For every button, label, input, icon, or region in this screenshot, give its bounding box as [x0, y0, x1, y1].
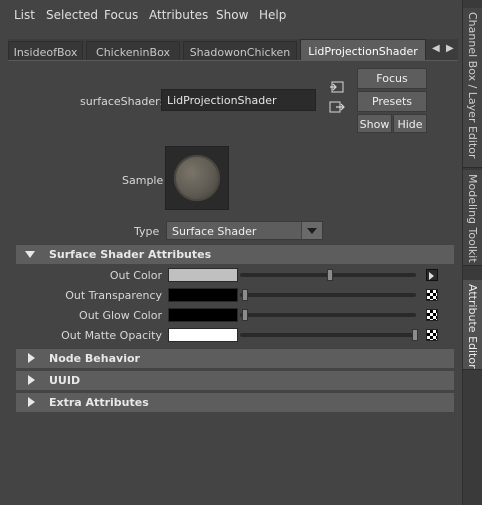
section-node-behavior[interactable]: Node Behavior [16, 349, 454, 368]
menu-help[interactable]: Help [259, 8, 286, 22]
tab-label: InsideofBox [13, 46, 78, 59]
attr-label: Out Matte Opacity [61, 329, 162, 342]
slider-handle[interactable] [242, 309, 248, 321]
slider-track[interactable] [240, 313, 416, 317]
presets-button[interactable]: Presets [357, 91, 427, 112]
select-input-icon[interactable] [329, 81, 345, 95]
tab-insideofbox[interactable]: InsideofBox [8, 41, 83, 60]
attr-label: Out Glow Color [79, 309, 162, 322]
attr-label: Out Transparency [65, 289, 162, 302]
right-tab-strip: Channel Box / Layer Editor Modeling Tool… [462, 0, 482, 505]
node-type-label: surfaceShader: [80, 95, 164, 108]
menu-show[interactable]: Show [216, 8, 248, 22]
color-swatch[interactable] [168, 288, 238, 302]
slider-handle[interactable] [412, 329, 418, 341]
texture-map-icon[interactable] [426, 309, 438, 321]
select-output-icon[interactable] [329, 101, 345, 115]
menu-bar: List Selected Focus Attributes Show Help [0, 0, 462, 30]
section-title: Surface Shader Attributes [49, 248, 212, 261]
tab-scroll-left-icon[interactable]: ◀ [432, 43, 440, 54]
section-extra-attributes[interactable]: Extra Attributes [16, 393, 454, 412]
expand-right-icon [28, 353, 35, 363]
tab-attribute-editor[interactable]: Attribute Editor [463, 280, 482, 370]
attr-label: Out Color [109, 269, 162, 282]
slider-handle[interactable] [327, 269, 333, 281]
tab-channel-box-label: Channel Box / Layer Editor [466, 12, 479, 159]
texture-map-icon[interactable] [426, 329, 438, 341]
node-name-field[interactable]: LidProjectionShader [161, 89, 316, 111]
node-tabs: InsideofBox ChickeninBox ShadowonChicken… [8, 39, 458, 61]
tab-shadowonchicken[interactable]: ShadowonChicken [183, 41, 297, 60]
focus-button[interactable]: Focus [357, 68, 427, 89]
slider-track[interactable] [240, 293, 416, 297]
tab-scroll-right-icon[interactable]: ▶ [446, 43, 454, 54]
tab-label: ShadowonChicken [189, 46, 291, 59]
menu-list[interactable]: List [14, 8, 35, 22]
expand-right-icon [28, 375, 35, 385]
show-button[interactable]: Show [357, 114, 392, 133]
tab-lidprojectionshader[interactable]: LidProjectionShader [300, 39, 426, 60]
chevron-down-icon[interactable] [301, 222, 322, 239]
tab-modeling-toolkit[interactable]: Modeling Toolkit [463, 170, 482, 266]
tab-channel-box[interactable]: Channel Box / Layer Editor [463, 8, 482, 168]
sample-swatch [165, 146, 229, 210]
hide-button[interactable]: Hide [393, 114, 427, 133]
type-dropdown[interactable]: Surface Shader [166, 221, 323, 240]
texture-map-icon[interactable] [426, 289, 438, 301]
tab-chickeninbox[interactable]: ChickeninBox [86, 41, 180, 60]
expand-down-icon [25, 251, 35, 258]
tab-label: ChickeninBox [96, 46, 170, 59]
slider-track[interactable] [240, 333, 416, 337]
sample-label: Sample [122, 174, 164, 187]
section-uuid[interactable]: UUID [16, 371, 454, 390]
tab-attribute-editor-label: Attribute Editor [466, 284, 479, 369]
expand-right-icon [28, 397, 35, 407]
section-title: UUID [49, 374, 81, 387]
color-swatch[interactable] [168, 268, 238, 282]
menu-attributes[interactable]: Attributes [149, 8, 208, 22]
type-dropdown-value: Surface Shader [172, 225, 257, 238]
color-swatch[interactable] [168, 328, 238, 342]
tab-modeling-toolkit-label: Modeling Toolkit [466, 174, 479, 263]
tab-label: LidProjectionShader [308, 45, 418, 58]
menu-selected[interactable]: Selected [46, 8, 98, 22]
section-title: Node Behavior [49, 352, 140, 365]
section-surface-shader-attributes[interactable]: Surface Shader Attributes [16, 245, 454, 264]
sample-sphere-rim [174, 155, 220, 201]
slider-handle[interactable] [242, 289, 248, 301]
texture-mapped-icon[interactable] [426, 269, 438, 281]
section-title: Extra Attributes [49, 396, 149, 409]
type-label: Type [134, 225, 160, 238]
menu-focus[interactable]: Focus [104, 8, 138, 22]
color-swatch[interactable] [168, 308, 238, 322]
